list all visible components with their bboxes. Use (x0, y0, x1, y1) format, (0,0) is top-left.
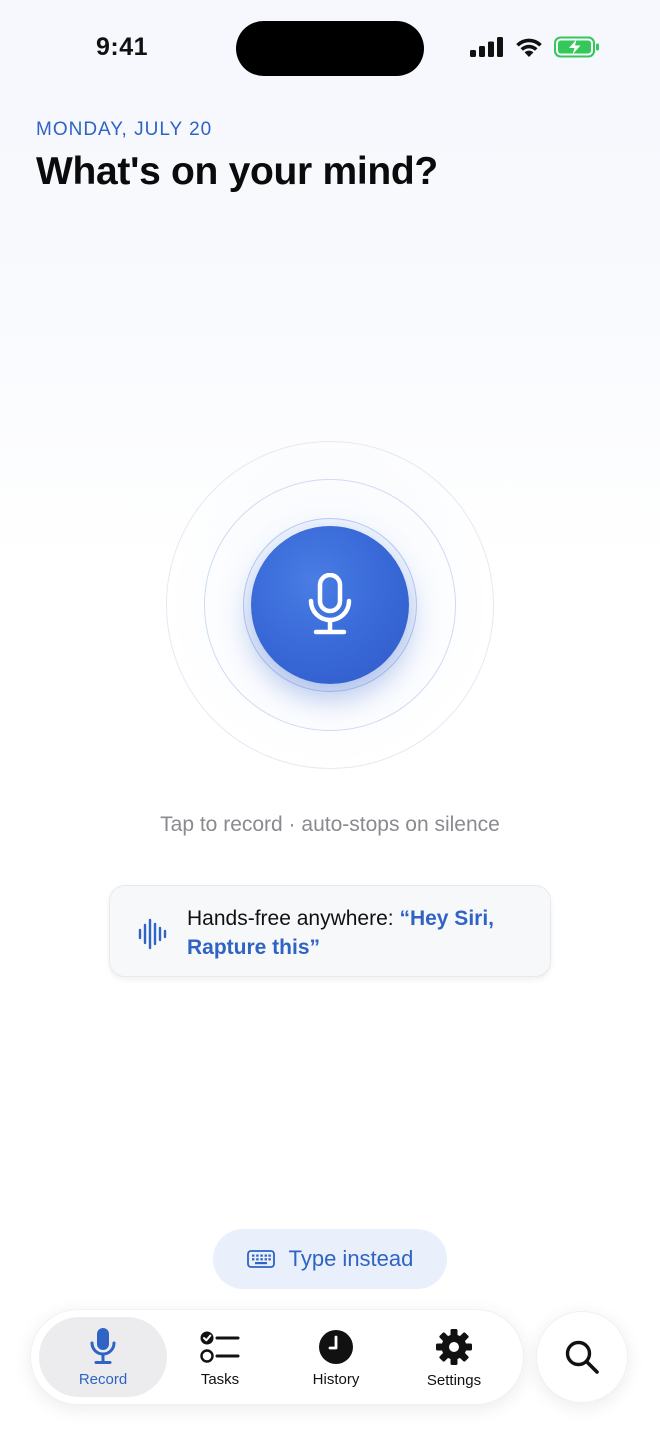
status-bar: 9:41 (0, 0, 660, 96)
tab-bar: Record Tasks History Settings (30, 1309, 524, 1405)
tab-tasks-label: Tasks (200, 1370, 240, 1388)
siri-shortcut-text: Hands-free anywhere: “Hey Siri, Rapture … (187, 904, 537, 962)
tab-settings[interactable]: Settings (405, 1310, 503, 1406)
wifi-icon (516, 38, 542, 57)
date-label: MONDAY, JULY 20 (36, 119, 213, 140)
mic-icon (90, 1327, 116, 1364)
tab-history[interactable]: History (287, 1310, 385, 1406)
status-time: 9:41 (96, 33, 149, 61)
tab-record[interactable]: Record (39, 1317, 167, 1397)
record-button[interactable] (251, 526, 409, 684)
search-button[interactable] (536, 1311, 628, 1403)
tab-tasks[interactable]: Tasks (173, 1310, 267, 1406)
page-title: What's on your mind? (36, 150, 438, 193)
keyboard-icon (246, 1250, 275, 1268)
checklist-icon (200, 1331, 240, 1363)
type-instead-label: Type instead (288, 1246, 414, 1271)
dynamic-island (236, 21, 424, 76)
tab-settings-label: Settings (426, 1371, 482, 1389)
search-icon (565, 1340, 599, 1374)
tab-record-label: Record (78, 1370, 128, 1388)
clock-icon (319, 1329, 353, 1364)
mic-icon (308, 573, 352, 635)
cellular-signal-icon (470, 37, 503, 57)
waveform-icon (138, 918, 167, 950)
gear-icon (436, 1328, 472, 1365)
battery-charging-icon (554, 36, 599, 58)
siri-prefix: Hands-free anywhere: (187, 907, 400, 930)
record-hint: Tap to record · auto-stops on silence (160, 813, 500, 836)
status-icons (470, 36, 600, 58)
siri-shortcut-card[interactable]: Hands-free anywhere: “Hey Siri, Rapture … (109, 885, 551, 977)
type-instead-button[interactable]: Type instead (213, 1229, 447, 1289)
tab-history-label: History (312, 1370, 360, 1388)
